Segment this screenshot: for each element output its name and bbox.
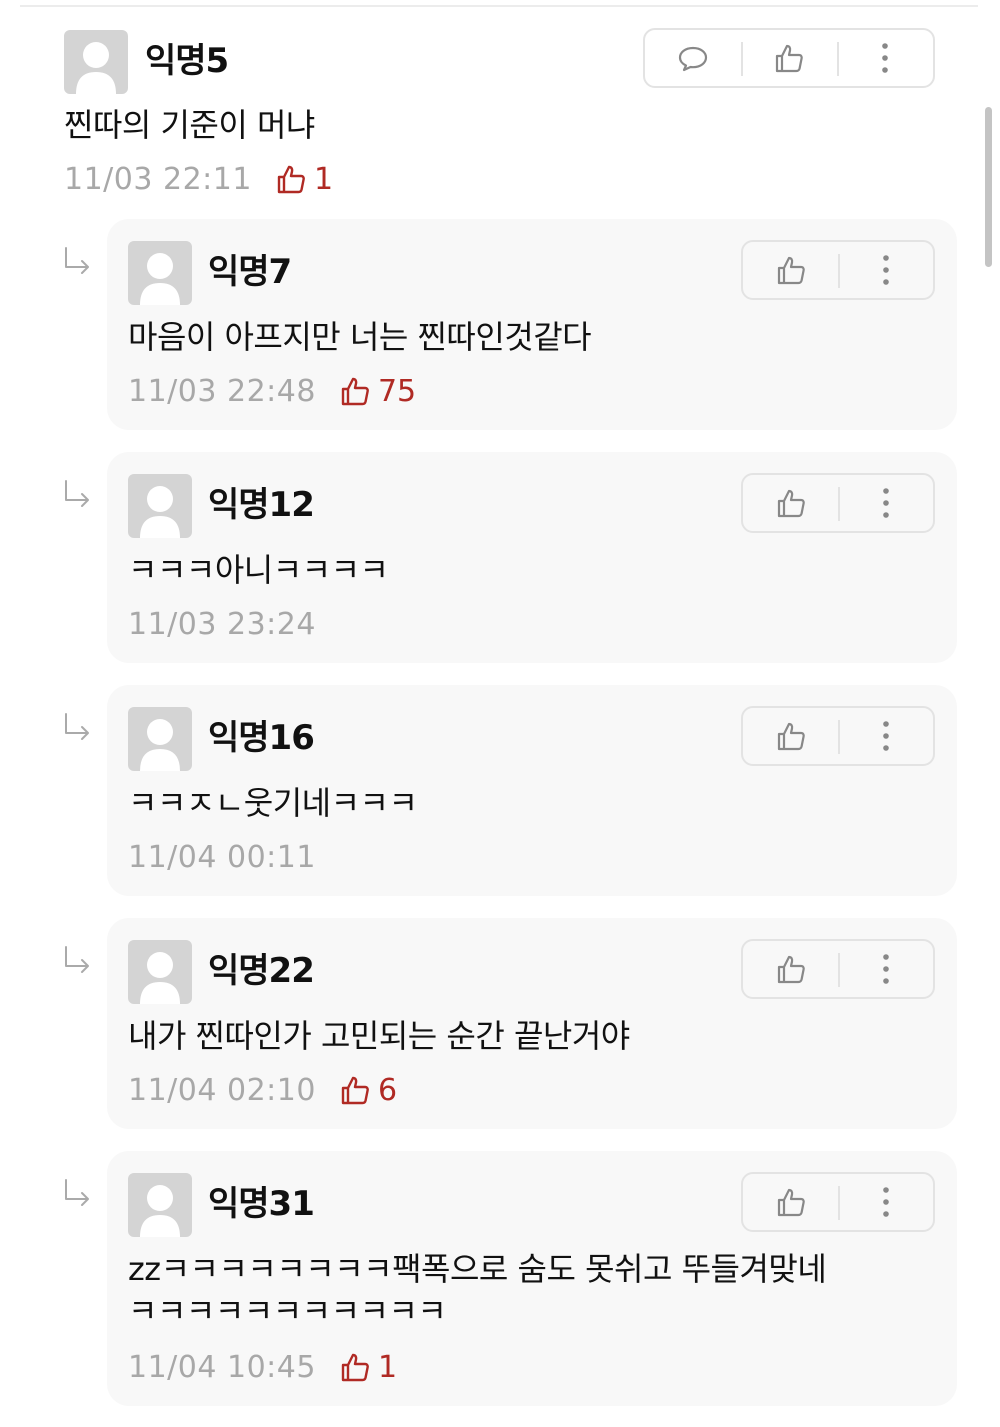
reply-arrow-icon [62,711,94,741]
reply-text: ㅋㅋㅈㄴ웃기네ㅋㅋㅋ [128,784,418,822]
more-button[interactable] [838,475,933,531]
like-count-value: 1 [313,161,334,197]
avatar [128,1173,192,1237]
username: 익명31 [208,1184,315,1224]
thumbs-up-icon [777,722,805,751]
vertical-dots-icon [882,43,888,73]
more-button[interactable] [837,30,933,86]
avatar [128,241,192,305]
reply-action-group [741,1172,935,1232]
timestamp: 11/04 00:11 [128,839,316,875]
username: 익명7 [208,252,292,292]
thumbs-up-icon [341,1076,369,1105]
like-button[interactable] [743,475,838,531]
comment-text: 찐따의 기준이 머냐 [64,106,315,144]
thumbs-up-icon [777,489,805,518]
username: 익명12 [208,485,315,525]
reply-card: 익명7 마음이 아프지만 너는 찐따인것같다 11/03 22:48 75 [107,219,957,430]
reply-text-line-2: ㅋㅋㅋㅋㅋㅋㅋㅋㅋㅋㅋ [128,1292,447,1330]
reply-card: 익명31 zzㅋㅋㅋㅋㅋㅋㅋㅋ팩폭으로 숨도 못쉬고 뚜들겨맞네 ㅋㅋㅋㅋㅋㅋㅋ… [107,1151,957,1406]
reply-arrow-icon [62,245,94,275]
username: 익명16 [208,718,315,758]
reply-action-group [741,706,935,766]
thumbs-up-icon [341,377,369,406]
like-count: 75 [338,374,416,409]
reply-meta: 11/04 00:11 [128,837,316,877]
like-button[interactable] [743,1174,838,1230]
like-count: 1 [338,1350,397,1385]
vertical-dots-icon [882,1187,889,1217]
timestamp: 11/04 10:45 [128,1349,316,1385]
reply-card: 익명12 ㅋㅋㅋ아니ㅋㅋㅋㅋ 11/03 23:24 [107,452,957,663]
more-button[interactable] [838,1174,933,1230]
reply-action-group [741,473,935,533]
reply-text: 내가 찐따인가 고민되는 순간 끝난거야 [128,1017,630,1055]
reply-text: ㅋㅋㅋ아니ㅋㅋㅋㅋ [128,551,389,589]
speech-bubble-icon [678,46,708,72]
more-button[interactable] [838,242,933,298]
timestamp: 11/04 02:10 [128,1072,316,1108]
reply-action-group [741,240,935,300]
comment-action-group [643,28,935,88]
thumbs-up-icon [777,256,805,285]
like-count: 1 [274,162,333,197]
more-button[interactable] [838,941,933,997]
reply-card: 익명16 ㅋㅋㅈㄴ웃기네ㅋㅋㅋ 11/04 00:11 [107,685,957,896]
like-button[interactable] [743,708,838,764]
comment: 익명5 찐따의 기준이 머냐 11/03 22:11 1 [0,0,1000,215]
reply-button[interactable] [645,30,741,86]
vertical-dots-icon [882,488,889,518]
more-button[interactable] [838,708,933,764]
thumbs-up-icon [777,1188,805,1217]
thumbs-up-icon [277,165,305,194]
reply-meta: 11/03 22:48 75 [128,371,416,411]
like-button[interactable] [741,30,837,86]
reply-card: 익명22 내가 찐따인가 고민되는 순간 끝난거야 11/04 02:10 6 [107,918,957,1129]
like-count: 6 [338,1073,397,1108]
avatar [128,940,192,1004]
like-count-value: 6 [377,1072,398,1108]
avatar [64,30,128,94]
like-button[interactable] [743,941,838,997]
reply-meta: 11/03 23:24 [128,604,316,644]
reply-text: 마음이 아프지만 너는 찐따인것같다 [128,318,592,356]
avatar [128,707,192,771]
like-button[interactable] [743,242,838,298]
comment-meta: 11/03 22:11 1 [64,159,333,199]
reply-arrow-icon [62,1177,94,1207]
like-count-value: 1 [377,1349,398,1385]
username: 익명5 [145,41,229,81]
reply-meta: 11/04 02:10 6 [128,1070,397,1110]
vertical-dots-icon [882,721,889,751]
like-count-value: 75 [377,373,417,409]
timestamp: 11/03 22:48 [128,373,316,409]
reply-action-group [741,939,935,999]
reply-arrow-icon [62,478,94,508]
timestamp: 11/03 22:11 [64,161,252,197]
reply-meta: 11/04 10:45 1 [128,1347,397,1387]
thumbs-up-icon [341,1353,369,1382]
timestamp: 11/03 23:24 [128,606,316,642]
vertical-dots-icon [882,255,889,285]
reply-text-line-1: zzㅋㅋㅋㅋㅋㅋㅋㅋ팩폭으로 숨도 못쉬고 뚜들겨맞네 [128,1250,827,1288]
vertical-dots-icon [882,954,889,984]
username: 익명22 [208,951,315,991]
avatar [128,474,192,538]
thumbs-up-icon [775,44,803,73]
reply-arrow-icon [62,944,94,974]
thumbs-up-icon [777,955,805,984]
